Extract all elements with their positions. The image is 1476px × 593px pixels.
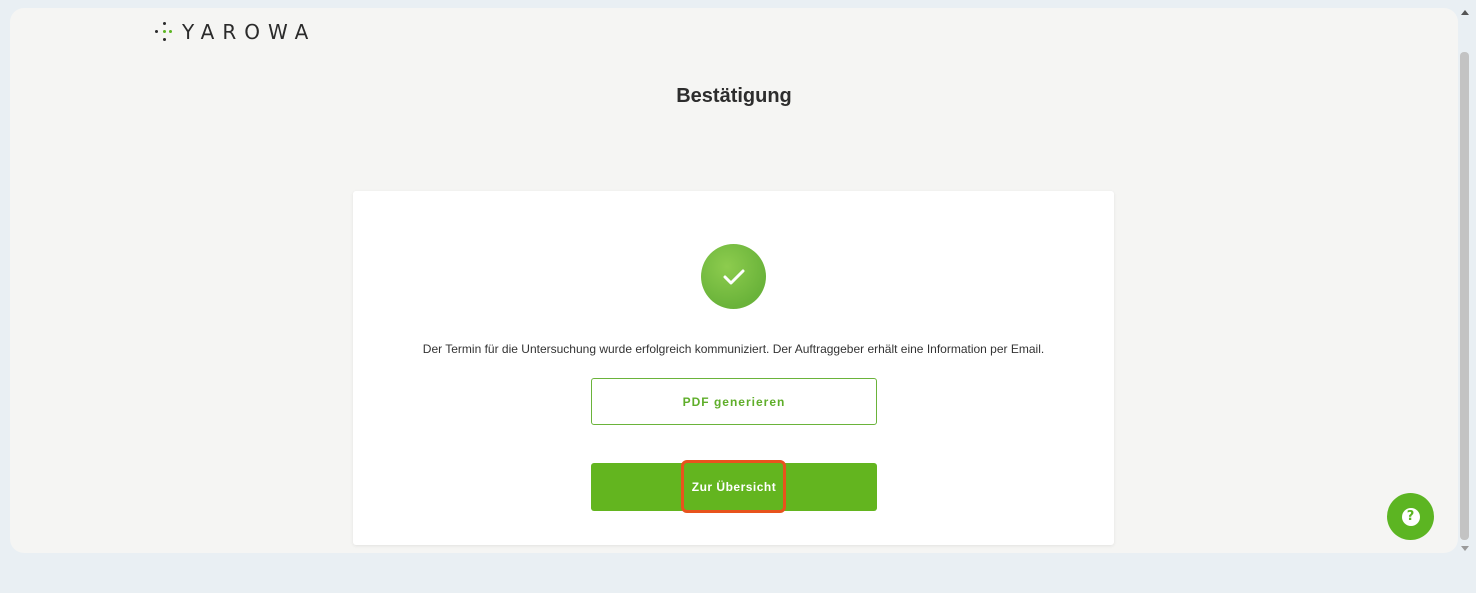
question-mark-icon: ? xyxy=(1401,507,1420,526)
logo-text: YAROWA xyxy=(182,20,317,44)
confirmation-card: Der Termin für die Untersuchung wurde er… xyxy=(353,191,1114,545)
scroll-down-arrow-icon[interactable] xyxy=(1461,546,1469,551)
confirmation-message: Der Termin für die Untersuchung wurde er… xyxy=(422,342,1045,356)
checkmark-icon xyxy=(701,244,766,309)
logo-mark-icon xyxy=(154,21,176,43)
page-title: Bestätigung xyxy=(676,85,792,107)
scrollbar-thumb[interactable] xyxy=(1460,52,1469,540)
help-button[interactable]: ? xyxy=(1387,493,1434,540)
yarowa-logo[interactable]: YAROWA xyxy=(154,20,316,44)
overview-button[interactable]: Zur Übersicht xyxy=(591,463,877,511)
vertical-scrollbar[interactable] xyxy=(1458,8,1472,553)
app-frame: YAROWA Bestätigung Der Termin für die Un… xyxy=(10,8,1458,553)
pdf-generate-button[interactable]: PDF generieren xyxy=(591,378,877,425)
scroll-up-arrow-icon[interactable] xyxy=(1461,10,1469,15)
